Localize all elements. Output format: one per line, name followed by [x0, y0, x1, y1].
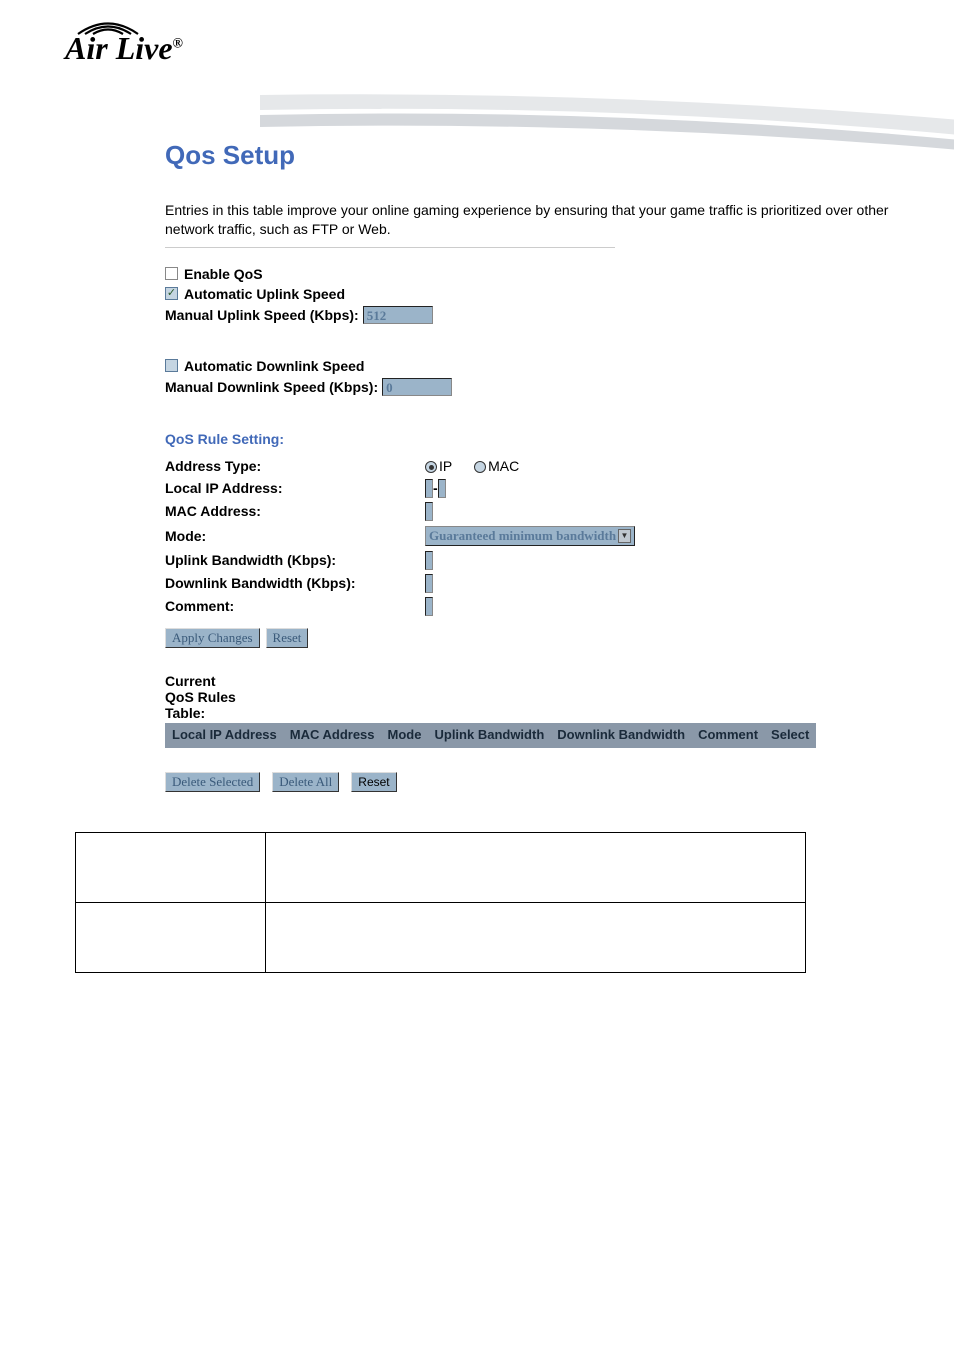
downlink-bw-label: Downlink Bandwidth (Kbps):	[165, 572, 425, 595]
address-type-ip-radio[interactable]	[425, 461, 437, 473]
reset-table-button[interactable]: Reset	[351, 772, 396, 792]
divider	[165, 247, 615, 248]
auto-downlink-label: Automatic Downlink Speed	[184, 358, 364, 374]
table-header-comment: Comment	[692, 723, 765, 747]
qos-rules-table: Local IP Address MAC Address Mode Uplink…	[165, 723, 816, 748]
table-header-mode: Mode	[381, 723, 428, 747]
page-title: Qos Setup	[165, 140, 904, 171]
comment-input[interactable]	[425, 597, 433, 616]
mode-label: Mode:	[165, 523, 425, 549]
auto-uplink-checkbox[interactable]: ✓	[165, 287, 178, 300]
manual-uplink-input[interactable]: 512	[363, 306, 433, 324]
comment-label: Comment:	[165, 595, 425, 618]
mode-select[interactable]: Guaranteed minimum bandwidth ▼	[425, 526, 635, 546]
uplink-bw-input[interactable]	[425, 551, 433, 570]
enable-qos-checkbox[interactable]	[165, 267, 178, 280]
local-ip-end-input[interactable]	[438, 479, 446, 498]
table-header-select: Select	[765, 723, 816, 747]
mac-address-input[interactable]	[425, 502, 433, 521]
table-header-uplink: Uplink Bandwidth	[428, 723, 551, 747]
manual-uplink-label: Manual Uplink Speed (Kbps):	[165, 307, 359, 323]
manual-downlink-label: Manual Downlink Speed (Kbps):	[165, 379, 378, 395]
reset-rule-button[interactable]: Reset	[266, 628, 309, 648]
table-header-local-ip: Local IP Address	[166, 723, 284, 747]
bottom-info-table	[75, 832, 806, 973]
address-type-mac-radio[interactable]	[474, 461, 486, 473]
auto-uplink-label: Automatic Uplink Speed	[184, 286, 345, 302]
mac-address-label: MAC Address:	[165, 500, 425, 523]
address-type-label: Address Type:	[165, 455, 425, 477]
chevron-down-icon: ▼	[618, 529, 631, 543]
rules-table-title: Current QoS Rules Table:	[165, 673, 245, 721]
apply-changes-button[interactable]: Apply Changes	[165, 628, 260, 648]
local-ip-start-input[interactable]	[425, 479, 433, 498]
manual-downlink-input[interactable]: 0	[382, 378, 452, 396]
delete-selected-button[interactable]: Delete Selected	[165, 772, 260, 792]
uplink-bw-label: Uplink Bandwidth (Kbps):	[165, 549, 425, 572]
rule-setting-heading: QoS Rule Setting:	[165, 431, 904, 447]
table-header-downlink: Downlink Bandwidth	[551, 723, 692, 747]
local-ip-label: Local IP Address:	[165, 477, 425, 500]
downlink-bw-input[interactable]	[425, 574, 433, 593]
brand-logo: Air Live®	[65, 30, 183, 67]
auto-downlink-checkbox[interactable]	[165, 359, 178, 372]
delete-all-button[interactable]: Delete All	[272, 772, 339, 792]
page-description: Entries in this table improve your onlin…	[165, 201, 904, 239]
table-header-mac: MAC Address	[283, 723, 381, 747]
enable-qos-label: Enable QoS	[184, 266, 263, 282]
